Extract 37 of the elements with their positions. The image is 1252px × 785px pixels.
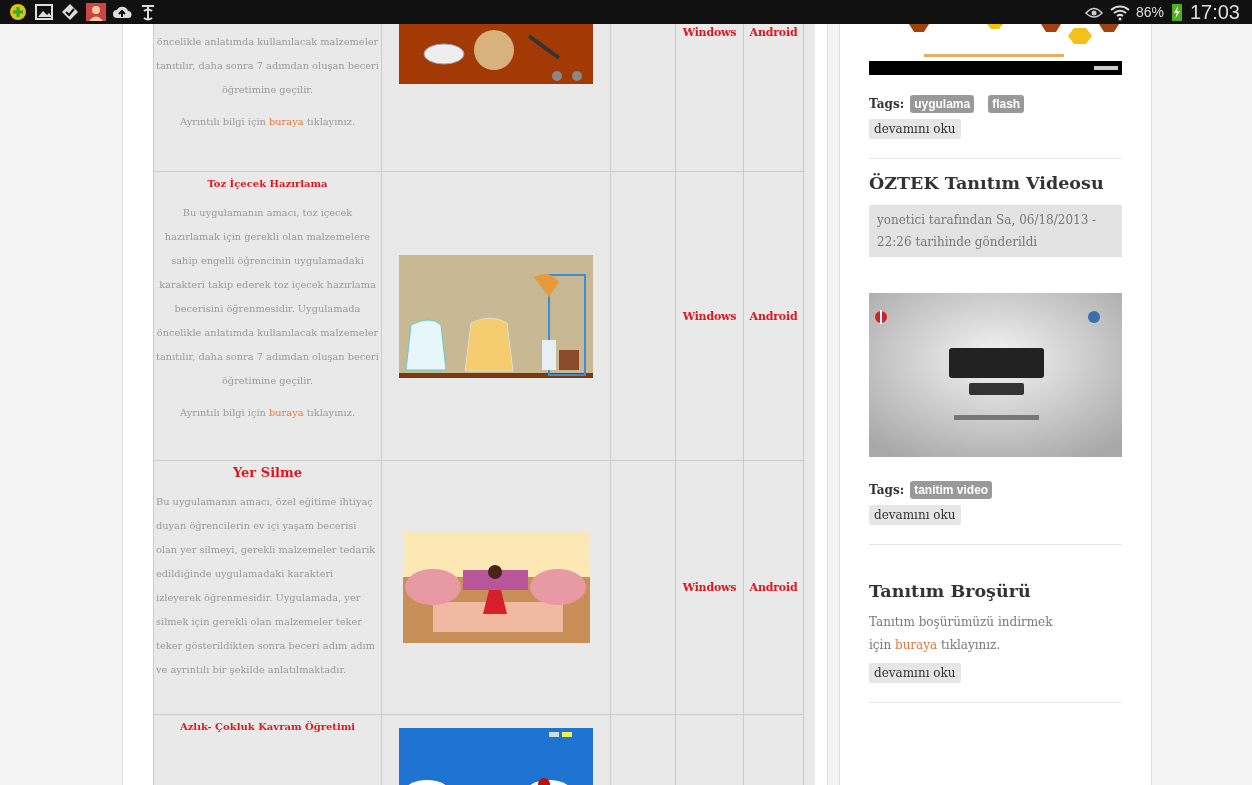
app-title: Yer Silme xyxy=(232,465,303,480)
app-title: Azlık- Çokluk Kavram Öğretimi xyxy=(179,721,356,732)
read-more-button[interactable]: devamını oku xyxy=(869,663,961,683)
download-link[interactable]: Windows xyxy=(682,26,737,39)
download-link[interactable]: buraya xyxy=(894,638,938,652)
post-heading: Tanıtım Broşürü xyxy=(869,581,1032,601)
post-heading: ÖZTEK Tanıtım Videosu xyxy=(869,173,1105,193)
download-link[interactable]: Windows xyxy=(682,309,737,323)
info-sentence: Ayrıntılı bilgi için buraya tıklayınız. xyxy=(180,115,355,129)
battery-charging-icon xyxy=(1169,3,1184,21)
tag[interactable]: tanitim video xyxy=(910,481,993,499)
battery-percentage: 86% xyxy=(1135,4,1164,20)
download-link[interactable]: Windows xyxy=(682,581,737,594)
post-text: Tanıtım boşürümüzü indirmek için buraya tıklayınız. xyxy=(869,614,1054,654)
tag[interactable]: flash xyxy=(988,95,1025,113)
tags-label: Tags: xyxy=(869,483,905,497)
tags-label: Tags: xyxy=(869,97,905,111)
read-more-button[interactable]: devamını oku xyxy=(869,119,961,139)
info-sentence: Ayrıntılı bilgi için buraya tıklayınız. xyxy=(180,406,355,420)
download-link[interactable]: Android xyxy=(749,26,798,39)
app-description: Bu uygulamanın amacı, toz içecek hazırlamak için gerekli olan malzemelere sahip engelli öğrencinin uygulamadaki karakteri takip ederek toz içecek hazırlama becerisini öğrenmesidir. Uygulamada öncelikle anlatımda kullanılacak malzemeler tanıtılır, daha sonra 7 adımdan oluşan beceri öğretimine geçilir. xyxy=(155,206,380,388)
download-link[interactable]: Android xyxy=(749,309,798,323)
download-link[interactable]: Android xyxy=(749,581,798,594)
wifi-icon xyxy=(1109,3,1130,21)
plus-circle-icon xyxy=(8,3,28,21)
avatar-icon xyxy=(86,3,106,21)
read-more-button[interactable]: devamını oku xyxy=(869,505,961,525)
app-description: Bu uygulamanın amacı, özel eğitime ihtiyaç duyan öğrencilerin ev içi yaşam becerisi olan yer silmeyi, gerekli malzemeler tedarik edildiğinde uygulamadaki karakteri izleyerek öğrenmesidir. Uygulamada, yer silmek için gerekli olan malzemeler teker teker gösterildikten sonra beceri adım adım ve ayrıntılı bir şekilde anlatılmaktadır. xyxy=(155,495,377,677)
image-icon xyxy=(34,3,54,21)
app-title: Toz İçecek Hazırlama xyxy=(207,178,328,189)
post-meta: yonetici tarafından Sa, 06/18/2013 - 22:26 tarihinde gönderildi xyxy=(869,205,1122,257)
detail-link[interactable]: buraya xyxy=(269,407,304,418)
detail-link[interactable]: buraya xyxy=(269,116,304,127)
clock: 17:03 xyxy=(1189,0,1240,24)
check-diamond-icon xyxy=(60,3,80,21)
app-description: öncelikle anlatımda kullanılacak malzemeler tanıtılır, daha sonra 7 adımdan oluşan beceri öğretimine geçilir. xyxy=(155,35,380,97)
tag[interactable]: uygulama xyxy=(910,95,975,113)
